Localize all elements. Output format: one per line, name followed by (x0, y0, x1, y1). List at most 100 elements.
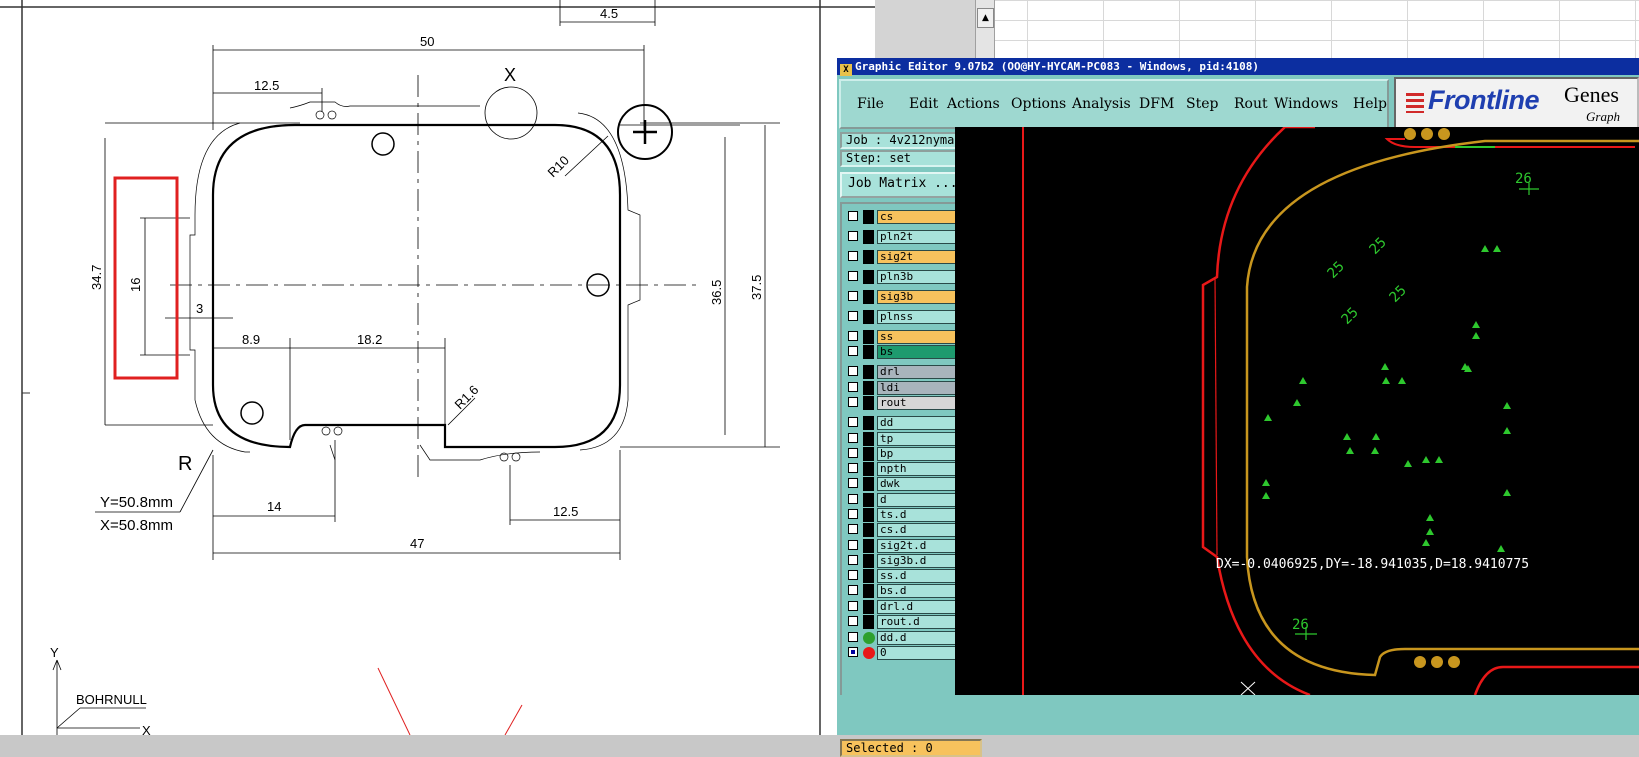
layer-checkbox[interactable] (848, 251, 858, 261)
layer-checkbox[interactable] (848, 601, 858, 611)
menu-help[interactable]: Help (1353, 96, 1387, 112)
layer-checkbox[interactable] (848, 494, 858, 504)
menu-dfm[interactable]: DFM (1139, 96, 1174, 112)
layer-row[interactable]: ldi (844, 381, 968, 395)
layer-name[interactable]: ldi (877, 381, 967, 395)
layer-row[interactable]: sig3b.d (844, 554, 968, 568)
layer-checkbox[interactable] (848, 509, 858, 519)
layer-name[interactable]: bs.d (877, 584, 967, 598)
layer-name[interactable]: rout (877, 396, 967, 410)
menu-options[interactable]: Options (1011, 96, 1066, 112)
layer-name[interactable]: sig2t (877, 250, 967, 264)
coord-x-label: X=50.8mm (100, 517, 173, 534)
layer-checkbox[interactable] (848, 478, 858, 488)
layer-name[interactable]: sig3b (877, 290, 967, 304)
layer-row[interactable]: tp (844, 432, 968, 446)
layer-name[interactable]: d (877, 493, 967, 507)
layer-row[interactable]: 0 (844, 646, 968, 660)
layer-name[interactable]: pln2t (877, 230, 967, 244)
layer-row[interactable]: rout (844, 396, 968, 410)
layer-checkbox[interactable] (848, 632, 858, 642)
layer-status-icon (863, 396, 874, 410)
layer-row[interactable]: cs (844, 210, 968, 224)
measure-readout: DX=-0.0406925,DY=-18.941035,D=18.9410775 (1216, 557, 1529, 572)
layer-checkbox[interactable] (848, 231, 858, 241)
layer-checkbox[interactable] (848, 555, 858, 565)
menu-windows[interactable]: Windows (1274, 96, 1338, 112)
menu-file[interactable]: File (857, 96, 884, 112)
layer-name[interactable]: pln3b (877, 270, 967, 284)
layer-checkbox[interactable] (848, 397, 858, 407)
layer-row[interactable]: rout.d (844, 615, 968, 629)
layer-checkbox[interactable] (848, 540, 858, 550)
layer-name[interactable]: ss.d (877, 569, 967, 583)
layer-row[interactable]: dwk (844, 477, 968, 491)
layer-name[interactable]: tp (877, 432, 967, 446)
layer-checkbox[interactable] (848, 585, 858, 595)
layer-checkbox[interactable] (848, 524, 858, 534)
menu-rout[interactable]: Rout (1234, 96, 1268, 112)
layer-row[interactable]: pln3b (844, 270, 968, 284)
layer-row[interactable]: ss.d (844, 569, 968, 583)
layer-row[interactable]: npth (844, 462, 968, 476)
layer-checkbox[interactable] (848, 382, 858, 392)
layer-checkbox[interactable] (848, 647, 858, 657)
layer-name[interactable]: ss (877, 330, 967, 344)
layer-checkbox[interactable] (848, 366, 858, 376)
layer-row[interactable]: ts.d (844, 508, 968, 522)
menu-step[interactable]: Step (1186, 96, 1218, 112)
layer-name[interactable]: bs (877, 345, 967, 359)
layer-row[interactable]: cs.d (844, 523, 968, 537)
layer-row[interactable]: sig3b (844, 290, 968, 304)
layer-name[interactable]: dwk (877, 477, 967, 491)
menu-analysis[interactable]: Analysis (1072, 96, 1131, 112)
layer-row[interactable]: sig2t (844, 250, 968, 264)
layer-row[interactable]: drl (844, 365, 968, 379)
layer-row[interactable]: sig2t.d (844, 539, 968, 553)
layer-name[interactable]: cs.d (877, 523, 967, 537)
layer-checkbox[interactable] (848, 331, 858, 341)
layer-name[interactable]: sig3b.d (877, 554, 967, 568)
layer-name[interactable]: bp (877, 447, 967, 461)
layer-name[interactable]: drl (877, 365, 967, 379)
layer-name[interactable]: drl.d (877, 600, 967, 614)
layer-row[interactable]: ss (844, 330, 968, 344)
layer-name[interactable]: sig2t.d (877, 539, 967, 553)
layer-name[interactable]: ts.d (877, 508, 967, 522)
layer-checkbox[interactable] (848, 417, 858, 427)
layer-name[interactable]: dd.d (877, 631, 967, 645)
layer-name[interactable]: npth (877, 462, 967, 476)
layer-name[interactable]: rout.d (877, 615, 967, 629)
layer-checkbox[interactable] (848, 616, 858, 626)
layer-name[interactable]: 0 (877, 646, 967, 660)
layer-row[interactable]: dd.d (844, 631, 968, 645)
canvas-svg[interactable]: 26 26 25 25 25 25 DX=-0.0406925,DY=-18.9… (955, 127, 1639, 695)
layer-row[interactable]: bp (844, 447, 968, 461)
layer-checkbox[interactable] (848, 271, 858, 281)
layer-row[interactable]: pln2t (844, 230, 968, 244)
layer-checkbox[interactable] (848, 463, 858, 473)
layer-row[interactable]: plnss (844, 310, 968, 324)
layer-checkbox[interactable] (848, 291, 858, 301)
layer-checkbox[interactable] (848, 570, 858, 580)
layer-name[interactable]: cs (877, 210, 967, 224)
scroll-up-arrow-icon[interactable]: ▲ (977, 8, 994, 28)
window-title-bar[interactable]: X Graphic Editor 9.07b2 (OO@HY-HYCAM-PC08… (837, 58, 1639, 76)
graphics-canvas[interactable]: 26 26 25 25 25 25 DX=-0.0406925,DY=-18.9… (955, 127, 1639, 695)
layer-row[interactable]: bs (844, 345, 968, 359)
menu-actions[interactable]: Actions (947, 96, 1000, 112)
layer-status-icon (863, 554, 874, 568)
layer-row[interactable]: bs.d (844, 584, 968, 598)
layer-checkbox[interactable] (848, 433, 858, 443)
layer-checkbox[interactable] (848, 448, 858, 458)
menu-edit[interactable]: Edit (909, 96, 938, 112)
layer-checkbox[interactable] (848, 346, 858, 356)
background-scrollbar[interactable]: ▲ (975, 0, 995, 58)
layer-name[interactable]: plnss (877, 310, 967, 324)
layer-checkbox[interactable] (848, 211, 858, 221)
layer-row[interactable]: dd (844, 416, 968, 430)
layer-row[interactable]: d (844, 493, 968, 507)
layer-row[interactable]: drl.d (844, 600, 968, 614)
layer-name[interactable]: dd (877, 416, 967, 430)
layer-checkbox[interactable] (848, 311, 858, 321)
